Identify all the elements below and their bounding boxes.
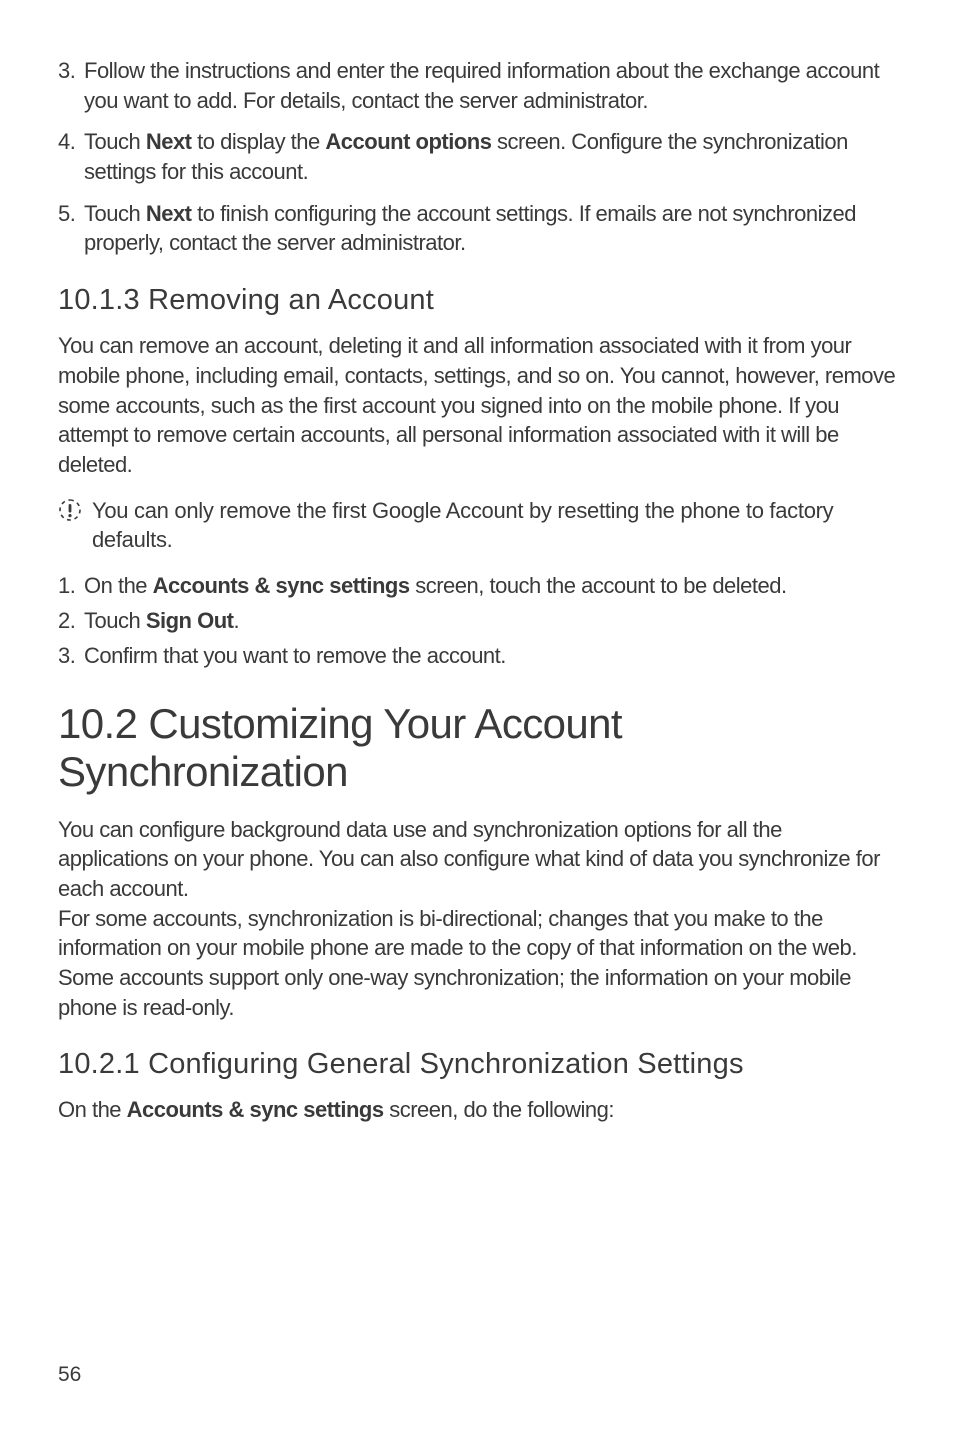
section-heading-customizing: 10.2 Customizing Your Account Synchroniz… xyxy=(58,700,896,797)
list-item: 5. Touch Next to finish configuring the … xyxy=(58,199,896,258)
list-item: 3. Confirm that you want to remove the a… xyxy=(58,639,896,672)
note-text: You can only remove the first Google Acc… xyxy=(92,496,896,555)
para-text-c: screen, do the following: xyxy=(384,1097,614,1122)
numbered-list-continued: 3. Follow the instructions and enter the… xyxy=(58,56,896,258)
para-text-a: On the xyxy=(58,1097,127,1122)
list-item: 1. On the Accounts & sync settings scree… xyxy=(58,569,896,602)
list-text-bold: Sign Out xyxy=(146,608,234,633)
list-num: 3. xyxy=(58,56,75,86)
list-text-bold: Next xyxy=(146,201,192,226)
list-num: 4. xyxy=(58,127,75,157)
numbered-steps: 1. On the Accounts & sync settings scree… xyxy=(58,569,896,672)
list-item: 4. Touch Next to display the Account opt… xyxy=(58,127,896,186)
list-text-a: Touch xyxy=(84,608,146,633)
body-paragraph: On the Accounts & sync settings screen, … xyxy=(58,1095,896,1125)
list-text-bold: Next xyxy=(146,129,192,154)
subheading-configuring-sync: 10.2.1 Configuring General Synchronizati… xyxy=(58,1048,896,1081)
list-item: 2. Touch Sign Out. xyxy=(58,604,896,637)
note-callout: You can only remove the first Google Acc… xyxy=(58,496,896,555)
list-text-bold: Accounts & sync settings xyxy=(153,573,410,598)
list-text: Follow the instructions and enter the re… xyxy=(84,58,879,113)
list-text-c: to display the xyxy=(192,129,326,154)
list-num: 1. xyxy=(58,569,75,602)
list-text-a: Touch xyxy=(84,201,146,226)
body-paragraph: You can remove an account, deleting it a… xyxy=(58,331,896,479)
list-text-a: On the xyxy=(84,573,153,598)
subheading-removing-account: 10.1.3 Removing an Account xyxy=(58,284,896,317)
list-text-c: to finish configuring the account settin… xyxy=(84,201,856,256)
list-text-c: screen, touch the account to be deleted. xyxy=(410,573,787,598)
list-text-a: Touch xyxy=(84,129,146,154)
list-num: 3. xyxy=(58,639,75,672)
list-item: 3. Follow the instructions and enter the… xyxy=(58,56,896,115)
list-text-c: . xyxy=(233,608,239,633)
list-text-a: Confirm that you want to remove the acco… xyxy=(84,643,506,668)
list-num: 5. xyxy=(58,199,75,229)
para-text-bold: Accounts & sync settings xyxy=(127,1097,384,1122)
caution-icon xyxy=(58,498,82,522)
body-paragraph: For some accounts, synchronization is bi… xyxy=(58,904,896,1023)
list-num: 2. xyxy=(58,604,75,637)
page-number: 56 xyxy=(58,1363,81,1387)
body-paragraph: You can configure background data use an… xyxy=(58,815,896,904)
list-text-bold2: Account options xyxy=(325,129,491,154)
